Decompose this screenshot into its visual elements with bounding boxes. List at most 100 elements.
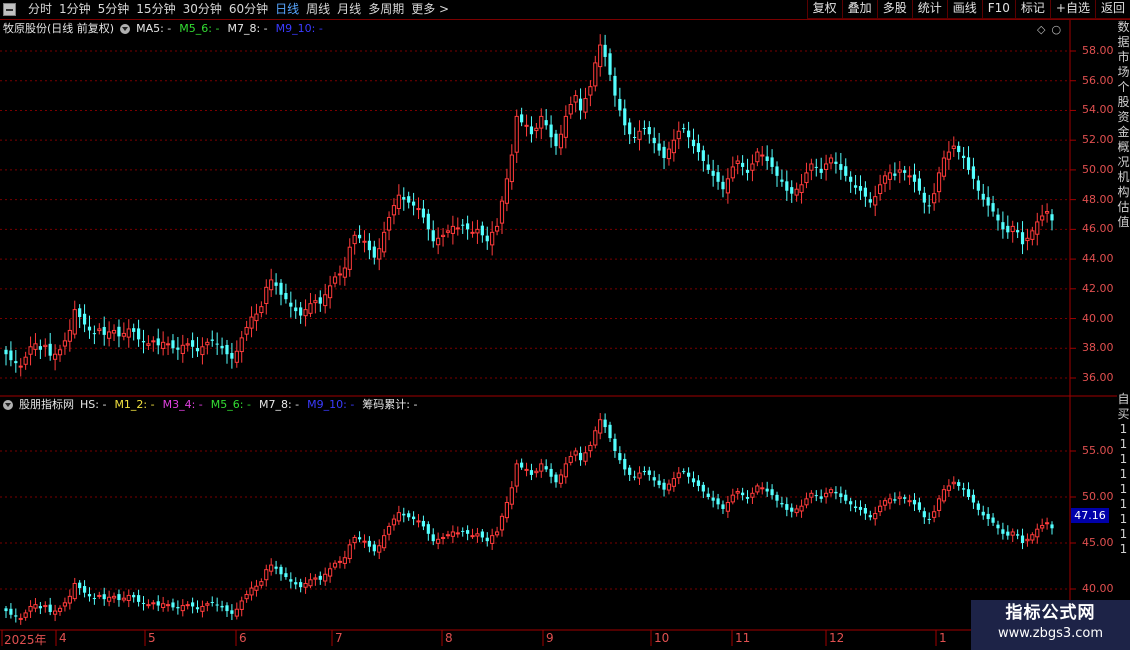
candle-body — [775, 166, 779, 176]
candle-body — [9, 608, 13, 615]
side-strip-char-12: 估 — [1117, 200, 1130, 214]
candle-body — [957, 145, 961, 153]
candle-body — [504, 178, 510, 204]
candle-body — [313, 577, 318, 580]
candle-body — [936, 172, 942, 193]
candle-body — [342, 557, 347, 564]
candle-body — [279, 282, 283, 295]
candle-body — [279, 566, 283, 575]
side-strip-lower-0: 自 — [1117, 392, 1130, 406]
candlestick-chart[interactable] — [0, 0, 1130, 650]
candle-body — [337, 560, 343, 563]
candle-body — [613, 438, 617, 451]
candle-body — [205, 341, 210, 346]
candle-body — [274, 566, 278, 569]
candle-body — [765, 488, 769, 492]
candle-body — [97, 594, 102, 597]
candle-body — [932, 511, 937, 518]
candle-body — [244, 594, 249, 600]
candle-body — [111, 595, 117, 599]
candle-body — [628, 467, 632, 475]
candle-body — [927, 205, 931, 207]
candle-body — [804, 498, 809, 506]
candle-body — [652, 477, 656, 481]
date-tick-label: 2025年 — [4, 633, 47, 647]
candle-body — [421, 208, 426, 218]
candle-body — [382, 535, 387, 549]
candle-body — [568, 104, 573, 115]
candle-body — [996, 524, 1000, 529]
candle-body — [598, 44, 603, 68]
candle-body — [9, 350, 13, 361]
candle-body — [426, 524, 430, 534]
candle-body — [725, 178, 730, 194]
candle-body — [490, 535, 495, 544]
candle-body — [957, 482, 961, 486]
candle-body — [62, 340, 68, 347]
candle-body — [917, 502, 922, 510]
candle-body — [991, 517, 995, 523]
candle-body — [922, 192, 926, 203]
side-info-strip[interactable]: 数据市场个股资金概况机构估值自买111111111 — [1117, 20, 1130, 630]
candle-body — [903, 497, 907, 499]
candle-body — [72, 582, 77, 600]
candle-body — [981, 193, 985, 200]
candle-body — [809, 492, 814, 498]
side-strip-lower-2: 1 — [1119, 422, 1128, 436]
candle-body — [1016, 534, 1020, 536]
candle-body — [14, 615, 18, 617]
candle-body — [67, 595, 72, 604]
candle-body — [799, 505, 804, 512]
candle-body — [377, 545, 382, 553]
candle-body — [549, 124, 553, 138]
candle-body — [504, 502, 510, 519]
candle-body — [67, 329, 72, 342]
candle-body — [18, 617, 23, 620]
y-tick-label: 42.00 — [1082, 281, 1114, 295]
candle-body — [33, 604, 38, 609]
candle-body — [225, 605, 229, 612]
candle-body — [494, 531, 500, 536]
candle-body — [780, 179, 784, 182]
candle-body — [666, 483, 672, 491]
candle-body — [632, 136, 637, 138]
candle-body — [215, 343, 219, 345]
candle-body — [593, 430, 598, 446]
candle-body — [1016, 230, 1020, 233]
candle-body — [78, 308, 82, 318]
candle-body — [623, 108, 627, 126]
candle-body — [873, 196, 878, 206]
candle-body — [386, 216, 392, 231]
candle-body — [1020, 232, 1025, 245]
candle-body — [849, 501, 853, 505]
candle-body — [539, 463, 544, 472]
candle-body — [966, 489, 971, 497]
candle-body — [48, 604, 52, 612]
candle-body — [195, 347, 200, 352]
candle-body — [440, 234, 446, 237]
candle-body — [996, 214, 1000, 221]
candle-body — [436, 237, 441, 246]
candle-body — [750, 163, 755, 171]
candle-body — [97, 328, 102, 332]
candle-body — [785, 181, 789, 191]
candle-body — [539, 115, 544, 129]
y-tick-label: 52.00 — [1082, 133, 1114, 147]
watermark-logo: 指标公式网 www.zbgs3.com — [971, 600, 1130, 650]
candle-body — [318, 297, 322, 304]
candle-body — [701, 484, 705, 492]
candle-body — [682, 128, 686, 130]
candle-body — [156, 601, 160, 606]
candle-body — [294, 582, 298, 585]
candle-body — [716, 172, 720, 182]
candle-body — [671, 139, 676, 154]
candle-body — [126, 328, 131, 338]
candle-body — [986, 197, 990, 206]
candle-body — [642, 127, 647, 129]
side-strip-lower-9: 1 — [1119, 527, 1128, 541]
candle-body — [962, 155, 966, 159]
candle-body — [284, 573, 288, 578]
candle-body — [824, 163, 829, 170]
candle-body — [313, 300, 318, 304]
date-tick-label: 4 — [59, 631, 67, 645]
